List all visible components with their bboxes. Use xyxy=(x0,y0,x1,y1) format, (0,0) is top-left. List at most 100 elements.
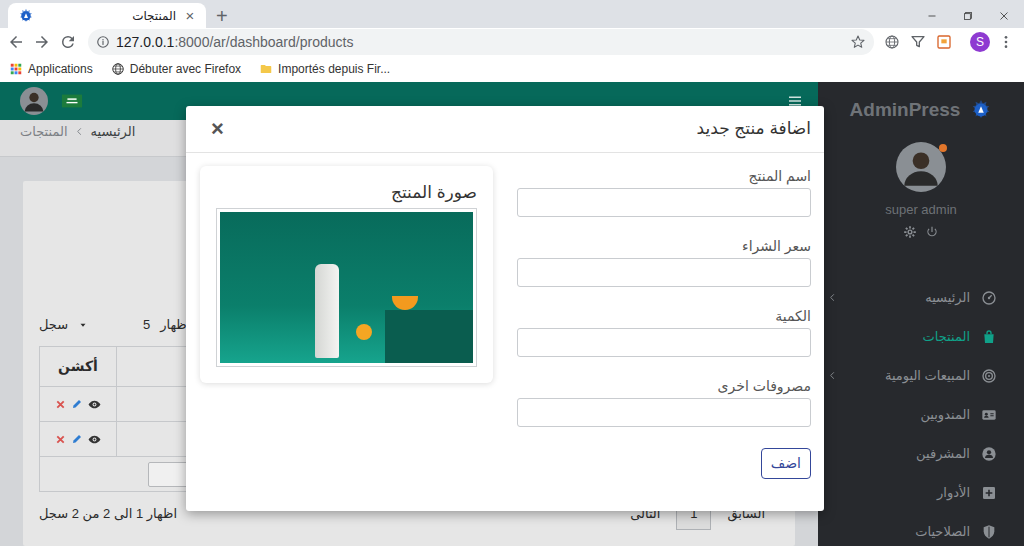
url-path: :8000/ar/dashboard/products xyxy=(174,34,353,50)
apps-grid-icon[interactable] xyxy=(9,62,23,76)
bookmark[interactable]: Importés depuis Fir... xyxy=(259,60,390,78)
close-button[interactable]: × xyxy=(211,118,224,140)
sidebar-label: الصلاحيات xyxy=(915,522,970,542)
text-field[interactable] xyxy=(517,398,811,427)
id-card-icon xyxy=(981,407,997,423)
tab-close-button[interactable]: × xyxy=(182,8,198,23)
menu-button[interactable] xyxy=(993,29,1019,55)
photo-shape xyxy=(392,296,418,310)
forward-button[interactable] xyxy=(29,29,55,55)
browser-tab[interactable]: المنتجات × xyxy=(8,3,206,28)
saudi-flag-icon[interactable] xyxy=(61,90,83,112)
breadcrumb-item[interactable]: الرئيسيه xyxy=(91,123,136,141)
pencil-icon[interactable] xyxy=(71,398,83,410)
minimize-button[interactable] xyxy=(914,3,950,28)
extension-button[interactable] xyxy=(905,29,931,55)
field-label: اسم المنتج xyxy=(517,167,811,185)
user-name: super admin xyxy=(818,203,1024,217)
add-button[interactable]: اضف xyxy=(761,448,811,479)
chevron-left-icon xyxy=(74,126,85,137)
sidebar-item[interactable]: المبيعات اليومية xyxy=(818,356,1024,395)
address-bar[interactable]: 127.0.0.1:8000/ar/dashboard/products xyxy=(88,29,874,55)
gear-icon[interactable] xyxy=(903,225,917,239)
photo-shape xyxy=(315,264,339,358)
header-cell: أكشن xyxy=(40,347,117,387)
page: AdminPresssuper adminالرئيسيهالمنتجاتالم… xyxy=(0,82,1024,546)
delete-x-icon[interactable] xyxy=(55,399,66,410)
back-button[interactable] xyxy=(3,29,29,55)
bookmark[interactable]: Débuter avec Firefox xyxy=(111,60,241,78)
sidebar-item[interactable]: المشرفين xyxy=(818,434,1024,473)
tab-title: المنتجات xyxy=(40,7,176,25)
dots-icon[interactable] xyxy=(998,34,1014,50)
toolbar: 127.0.0.1:8000/ar/dashboard/products S xyxy=(0,28,1024,56)
url-text: 127.0.0.1:8000/ar/dashboard/products xyxy=(116,32,844,53)
sidebar-label: المبيعات اليومية xyxy=(885,366,970,386)
restore-button[interactable] xyxy=(950,3,986,28)
bag-icon xyxy=(981,329,997,345)
user-avatar[interactable] xyxy=(896,142,946,192)
target-icon xyxy=(981,368,997,384)
extension-icon[interactable] xyxy=(936,34,952,50)
dialog-body: اسم المنتجسعر الشراءالكميةمصروفات اخرىاض… xyxy=(186,153,824,511)
funnel-icon[interactable] xyxy=(910,34,926,50)
forward-arrow-icon[interactable] xyxy=(33,33,51,51)
sidebar-item[interactable]: المندوبين xyxy=(818,395,1024,434)
back-arrow-icon[interactable] xyxy=(7,33,25,51)
globe-icon[interactable] xyxy=(884,34,900,50)
power-icon[interactable] xyxy=(925,225,939,239)
text-field[interactable] xyxy=(517,328,811,357)
table-info: اظهار 1 الى 2 من 2 سجل xyxy=(39,504,177,524)
bookmark-label: Importés depuis Fir... xyxy=(278,60,390,78)
sidebar-item[interactable]: الرئيسيه xyxy=(818,278,1024,317)
close-window-button[interactable] xyxy=(986,3,1022,28)
sidebar-label: المنتجات xyxy=(922,327,970,347)
length-select[interactable]: 5 xyxy=(76,314,152,336)
profile-button[interactable]: S xyxy=(970,32,990,52)
site-logo-icon xyxy=(18,8,34,24)
extension-button[interactable] xyxy=(879,29,905,55)
close-window-icon[interactable] xyxy=(997,9,1011,23)
length-label: سجل xyxy=(39,315,68,335)
reload-button[interactable] xyxy=(55,29,81,55)
text-field[interactable] xyxy=(517,188,811,217)
sidebar-item[interactable]: الصلاحيات xyxy=(818,512,1024,546)
folder-icon[interactable] xyxy=(259,62,273,76)
globe-icon[interactable] xyxy=(111,62,125,76)
tab-strip: المنتجات × + xyxy=(0,0,1024,28)
image-frame[interactable] xyxy=(216,208,477,367)
field-label: سعر الشراء xyxy=(517,237,811,255)
row-actions xyxy=(50,398,106,411)
reload-icon[interactable] xyxy=(59,33,77,51)
avatar-icon[interactable] xyxy=(20,87,48,115)
sidebar-item[interactable]: المنتجات xyxy=(818,317,1024,356)
star-icon[interactable] xyxy=(850,34,866,50)
submenu-indicator xyxy=(826,370,838,381)
sidebar-label: المشرفين xyxy=(916,444,970,464)
length-value: 5 xyxy=(143,315,150,335)
product-form: اسم المنتجسعر الشراءالكميةمصروفات اخرىاض… xyxy=(517,167,811,479)
bookmark[interactable]: Applications xyxy=(9,60,93,78)
url-host: 127.0.0.1 xyxy=(116,34,174,50)
eye-icon[interactable] xyxy=(88,398,101,411)
pencil-icon[interactable] xyxy=(71,433,83,445)
caret-down-icon[interactable] xyxy=(78,320,88,330)
bookmark-label: Applications xyxy=(28,60,93,78)
text-field[interactable] xyxy=(517,258,811,287)
breadcrumb-item: المنتجات xyxy=(20,123,68,141)
new-tab-button[interactable]: + xyxy=(210,6,234,28)
product-photo xyxy=(220,212,473,363)
field-label: مصروفات اخرى xyxy=(517,377,811,395)
photo-shape xyxy=(385,310,473,363)
extension-button[interactable] xyxy=(931,29,957,55)
bookmark-label: Débuter avec Firefox xyxy=(130,60,241,78)
image-card-title: صورة المنتج xyxy=(216,182,477,204)
sidebar-item[interactable]: الأدوار xyxy=(818,473,1024,512)
sidebar: AdminPresssuper adminالرئيسيهالمنتجاتالم… xyxy=(818,82,1024,546)
eye-icon[interactable] xyxy=(88,433,101,446)
delete-x-icon[interactable] xyxy=(55,434,66,445)
info-icon[interactable] xyxy=(96,35,110,49)
restore-icon[interactable] xyxy=(961,9,975,23)
minimize-icon[interactable] xyxy=(925,9,939,23)
user-tools xyxy=(818,225,1024,240)
